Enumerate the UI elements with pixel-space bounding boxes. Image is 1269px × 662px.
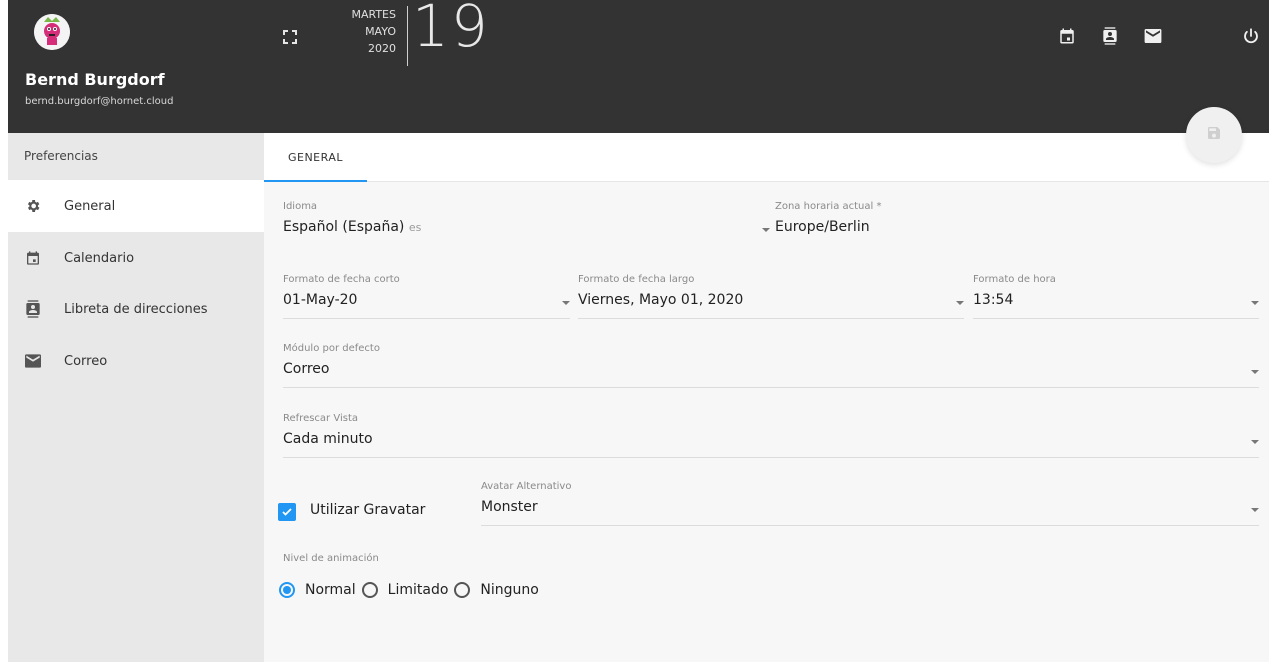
contacts-icon (24, 300, 42, 318)
top-bar: MARTES MAYO 2020 19 (264, 0, 1269, 133)
tab-label: GENERAL (287, 151, 343, 164)
field-underline (973, 318, 1259, 319)
field-value: 01-May-20 (283, 292, 358, 308)
tab-indicator (264, 180, 367, 182)
calendar-icon[interactable] (1057, 26, 1077, 46)
gravatar-checkbox[interactable] (278, 503, 296, 521)
sidebar-item-contacts[interactable]: Libreta de direcciones (8, 283, 264, 335)
time-format-select[interactable]: Formato de hora 13:54 (973, 274, 1259, 319)
chevron-down-icon (1251, 370, 1259, 374)
sidebar-item-label: General (64, 198, 116, 214)
chevron-down-icon (1251, 440, 1259, 444)
year-label: 2020 (368, 42, 396, 55)
chevron-down-icon (562, 301, 570, 305)
chevron-down-icon (1251, 301, 1259, 305)
field-value: Europe/Berlin (775, 219, 870, 235)
field-value: Español (España) (283, 219, 405, 235)
sidebar-title: Preferencias (24, 149, 98, 163)
radio-normal[interactable] (279, 582, 295, 598)
radio-label: Ninguno (480, 582, 539, 598)
field-label: Formato de hora (973, 274, 1056, 285)
power-icon[interactable] (1241, 26, 1261, 46)
field-value: Monster (481, 499, 538, 515)
fullscreen-icon[interactable] (282, 29, 298, 45)
sidebar-item-general[interactable]: General (8, 180, 264, 232)
language-code: es (408, 221, 422, 234)
save-button[interactable] (1186, 107, 1242, 163)
field-underline (578, 318, 964, 319)
field-label: Zona horaria actual * (775, 201, 882, 212)
animation-radio-group: Normal Limitado Ninguno (279, 582, 545, 598)
radio-limited[interactable] (361, 582, 378, 598)
save-icon (1206, 125, 1222, 145)
field-underline (283, 387, 1259, 388)
tab-bar: GENERAL (264, 107, 1269, 182)
field-label: Módulo por defecto (283, 343, 380, 354)
field-label: Refrescar Vista (283, 413, 358, 424)
radio-label: Limitado (387, 582, 449, 598)
chevron-down-icon (1251, 508, 1259, 512)
language-select[interactable]: Idioma Español (España) es (283, 201, 770, 239)
check-icon (282, 508, 292, 516)
user-email: bernd.burgdorf@hornet.cloud (25, 96, 174, 107)
calendar-icon (24, 249, 42, 267)
default-module-select[interactable]: Módulo por defecto Correo (283, 343, 1259, 388)
gear-icon (24, 197, 42, 215)
sidebar-item-label: Libreta de direcciones (64, 301, 208, 317)
refresh-view-select[interactable]: Refrescar Vista Cada minuto (283, 413, 1259, 458)
field-label: Idioma (283, 201, 318, 212)
avatar[interactable] (34, 14, 70, 50)
user-panel: Bernd Burgdorf bernd.burgdorf@hornet.clo… (8, 0, 264, 133)
field-label: Formato de fecha largo (578, 274, 695, 285)
field-value: Correo (283, 361, 330, 377)
timezone-select[interactable]: Zona horaria actual * Europe/Berlin (775, 201, 1265, 239)
mail-icon[interactable] (1143, 26, 1163, 46)
sidebar-item-label: Correo (64, 353, 108, 369)
sidebar-item-calendar[interactable]: Calendario (8, 232, 264, 284)
main-content: GENERAL Idioma Español (España) es Zona … (264, 107, 1269, 662)
sidebar: Bernd Burgdorf bernd.burgdorf@hornet.clo… (8, 0, 264, 662)
avatar-alt-select[interactable]: Avatar Alternativo Monster (481, 481, 1259, 526)
field-label: Avatar Alternativo (481, 481, 572, 492)
month-label: MAYO (365, 25, 396, 38)
field-underline (283, 457, 1259, 458)
day-number: 19 (412, 0, 490, 60)
gravatar-label[interactable]: Utilizar Gravatar (310, 502, 425, 518)
field-label: Formato de fecha corto (283, 274, 400, 285)
mail-icon (24, 352, 42, 370)
radio-label: Normal (305, 582, 356, 598)
animation-level-label: Nivel de animación (283, 553, 379, 564)
sidebar-item-mail[interactable]: Correo (8, 335, 264, 387)
field-value: Viernes, Mayo 01, 2020 (578, 292, 744, 308)
field-underline (481, 525, 1259, 526)
contacts-icon[interactable] (1100, 26, 1120, 46)
date-block: MARTES MAYO 2020 (328, 6, 396, 57)
short-date-select[interactable]: Formato de fecha corto 01-May-20 (283, 274, 570, 319)
long-date-select[interactable]: Formato de fecha largo Viernes, Mayo 01,… (578, 274, 964, 319)
chevron-down-icon (956, 301, 964, 305)
date-divider (407, 6, 408, 66)
weekday-label: MARTES (351, 8, 396, 21)
tab-general[interactable]: GENERAL (264, 133, 367, 182)
field-underline (283, 318, 570, 319)
field-value: 13:54 (973, 292, 1014, 308)
radio-none[interactable] (454, 582, 471, 598)
user-name: Bernd Burgdorf (25, 70, 165, 89)
field-value: Cada minuto (283, 431, 373, 447)
sidebar-item-label: Calendario (64, 250, 135, 266)
chevron-down-icon (762, 228, 770, 232)
